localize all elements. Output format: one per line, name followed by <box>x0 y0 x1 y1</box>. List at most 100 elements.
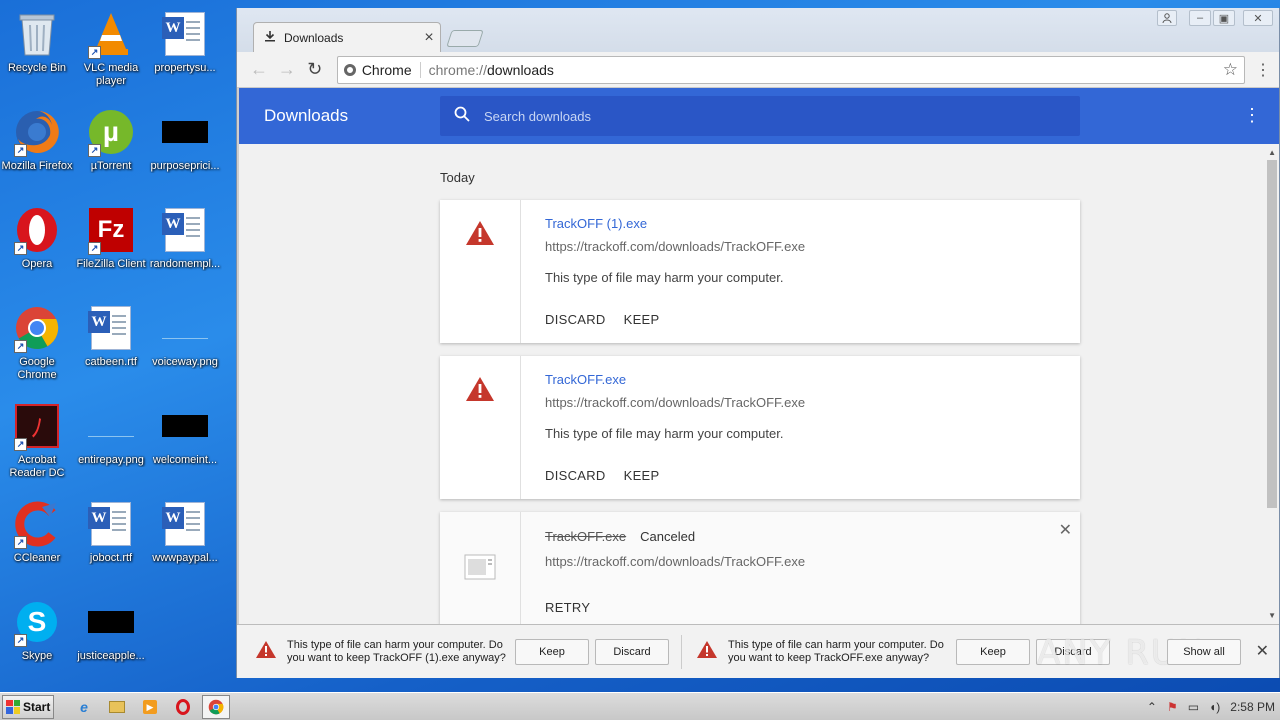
desktop-icon-label: catbeen.rtf <box>85 356 137 368</box>
shelf-discard-button[interactable]: Discard <box>1036 638 1110 665</box>
file-name-link[interactable]: TrackOFF (1).exe <box>545 216 1080 231</box>
shortcut-arrow-icon: ↗ <box>14 634 27 647</box>
show-all-button[interactable]: Show all <box>1167 639 1241 665</box>
scroll-up-arrow-icon[interactable]: ▲ <box>1268 148 1276 157</box>
shelf-warning-text: This type of file can harm your computer… <box>287 638 506 664</box>
shelf-warning-text: This type of file can harm your computer… <box>728 638 944 664</box>
close-shelf-icon[interactable]: ✕ <box>1256 641 1269 661</box>
desktop-icon-entirepay[interactable]: entirepay.png <box>74 396 148 492</box>
desktop-icon-label: CCleaner <box>13 552 61 564</box>
search-box[interactable] <box>440 96 1080 136</box>
desktop-icon-label: Skype <box>21 650 53 662</box>
acrobat-icon: ﾉ ↗ <box>13 402 61 451</box>
shortcut-arrow-icon: ↗ <box>88 144 101 157</box>
desktop-icon-randomempl[interactable]: W randomempl... <box>148 200 222 296</box>
file-thumbnail-icon <box>87 598 135 646</box>
desktop-icon-filezilla[interactable]: Fz ↗ FileZilla Client <box>74 200 148 296</box>
scroll-down-arrow-icon[interactable]: ▼ <box>1268 611 1276 620</box>
source-url[interactable]: https://trackoff.com/downloads/TrackOFF.… <box>545 239 1080 254</box>
show-hidden-icons-icon[interactable]: ⌃ <box>1147 700 1157 714</box>
discard-button[interactable]: DISCARD <box>545 312 606 327</box>
shelf-keep-button[interactable]: Keep <box>515 638 589 665</box>
desktop-icon-ccleaner[interactable]: ↗ CCleaner <box>0 494 74 590</box>
opera-taskbar-icon[interactable] <box>169 695 197 719</box>
clock[interactable]: 2:58 PM <box>1230 700 1275 714</box>
desktop-icon-label: justiceapple... <box>77 650 145 662</box>
shortcut-arrow-icon: ↗ <box>88 242 101 255</box>
internet-explorer-icon[interactable]: e <box>70 695 98 719</box>
warning-icon <box>465 376 495 499</box>
keep-button[interactable]: KEEP <box>624 312 660 327</box>
desktop-icon-google-chrome[interactable]: ↗ Google Chrome <box>0 298 74 394</box>
new-tab-button[interactable] <box>446 30 484 47</box>
restore-button[interactable]: ▣ <box>1213 10 1235 26</box>
danger-warning-text: This type of file may harm your computer… <box>545 426 784 441</box>
volume-icon[interactable]: ◖) <box>1209 700 1220 714</box>
desktop-icon-propertysu[interactable]: W propertysu... <box>148 4 222 100</box>
chrome-taskbar-icon[interactable] <box>202 694 230 719</box>
desktop-icon-acrobat-reader[interactable]: ﾉ ↗ Acrobat Reader DC <box>0 396 74 492</box>
profile-icon[interactable] <box>1157 10 1177 26</box>
discard-button[interactable]: DISCARD <box>545 468 606 483</box>
shelf-keep-button[interactable]: Keep <box>956 638 1030 665</box>
download-actions: DISCARD KEEP <box>545 468 1080 483</box>
keep-button[interactable]: KEEP <box>624 468 660 483</box>
desktop-icon-justiceapple[interactable]: justiceapple... <box>74 592 148 688</box>
file-name-link[interactable]: TrackOFF.exe <box>545 372 1080 387</box>
remove-from-list-icon[interactable]: ✕ <box>1059 520 1072 540</box>
word-document-icon: W <box>161 500 209 548</box>
bookmark-star-icon[interactable]: ☆ <box>1223 60 1238 80</box>
shelf-discard-button[interactable]: Discard <box>595 638 669 665</box>
search-input[interactable] <box>484 108 1044 124</box>
retry-button[interactable]: RETRY <box>545 600 590 615</box>
tab-close-icon[interactable]: × <box>418 29 440 47</box>
desktop-icon-recycle-bin[interactable]: Recycle Bin <box>0 4 74 100</box>
chrome-icon: ↗ <box>13 304 61 353</box>
back-button[interactable]: ← <box>245 56 273 84</box>
close-window-button[interactable]: ✕ <box>1243 10 1273 26</box>
source-url[interactable]: https://trackoff.com/downloads/TrackOFF.… <box>545 554 1080 569</box>
network-icon[interactable]: ▭ <box>1188 700 1199 714</box>
warning-icon <box>465 220 495 343</box>
desktop-icon-catbeen[interactable]: W catbeen.rtf <box>74 298 148 394</box>
word-document-icon: W <box>161 206 209 254</box>
desktop-icon-label: VLC media player <box>83 62 139 87</box>
download-item: TrackOFF.exe https://trackoff.com/downlo… <box>440 356 1080 499</box>
chrome-menu-icon[interactable]: ⋮ <box>1255 60 1271 80</box>
desktop-icon-label: µTorrent <box>90 160 132 172</box>
scrollbar-thumb[interactable] <box>1267 160 1277 508</box>
address-bar[interactable]: Chrome chrome://downloads ☆ <box>336 55 1245 84</box>
desktop-icon-voiceway[interactable]: voiceway.png <box>148 298 222 394</box>
desktop-icon-skype[interactable]: S ↗ Skype <box>0 592 74 688</box>
desktop-icon-joboct[interactable]: W joboct.rtf <box>74 494 148 590</box>
download-actions: RETRY <box>545 600 1080 615</box>
desktop-icon-wwwpaypal[interactable]: W wwwpaypal... <box>148 494 222 590</box>
reload-button[interactable]: ↻ <box>301 56 329 84</box>
security-chip[interactable]: Chrome <box>343 61 421 78</box>
desktop-icon-firefox[interactable]: ↗ Mozilla Firefox <box>0 102 74 198</box>
file-thumbnail-icon <box>161 402 209 450</box>
shelf-item: This type of file can harm your computer… <box>237 632 682 672</box>
forward-button[interactable]: → <box>273 56 301 84</box>
desktop-icon-label: Mozilla Firefox <box>1 160 73 172</box>
download-item-details: TrackOFF (1).exe https://trackoff.com/do… <box>521 200 1080 343</box>
source-url[interactable]: https://trackoff.com/downloads/TrackOFF.… <box>545 395 1080 410</box>
more-actions-icon[interactable]: ⋮ <box>1243 106 1261 124</box>
desktop-icon-utorrent[interactable]: µ ↗ µTorrent <box>74 102 148 198</box>
desktop-icon-purposeprici[interactable]: purposeprici... <box>148 102 222 198</box>
file-name-text: TrackOFF.exe <box>545 529 627 544</box>
desktop-icon-opera[interactable]: ↗ Opera <box>0 200 74 296</box>
minimize-button[interactable]: – <box>1189 10 1211 26</box>
file-explorer-icon[interactable] <box>103 695 131 719</box>
download-item-icon-column <box>440 356 521 499</box>
recycle-bin-icon <box>13 10 61 58</box>
desktop-icon-welcomeint[interactable]: welcomeint... <box>148 396 222 492</box>
start-button[interactable]: Start <box>2 694 54 719</box>
desktop-icon-vlc[interactable]: ↗ VLC media player <box>74 4 148 100</box>
opera-icon: ↗ <box>13 206 61 255</box>
download-actions: DISCARD KEEP <box>545 312 1080 327</box>
filezilla-icon: Fz ↗ <box>87 206 135 255</box>
action-center-flag-icon[interactable]: ⚑ <box>1167 700 1178 714</box>
media-player-icon[interactable]: ▶ <box>136 695 164 719</box>
tab-downloads[interactable]: Downloads × <box>253 22 441 52</box>
